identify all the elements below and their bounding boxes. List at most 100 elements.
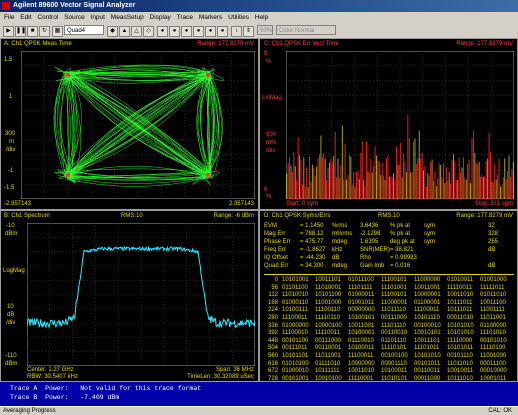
trace-b-span: Span: 36 MHz: [215, 367, 254, 373]
symbol-bits: 10101001: [282, 277, 309, 283]
zoom-select[interactable]: 50%: [257, 25, 273, 35]
play-icon[interactable]: ▶: [3, 26, 14, 37]
dot-icon-3[interactable]: ●: [181, 26, 192, 37]
menu-bar: File Edit Control Source Input MeasSetup…: [0, 12, 518, 23]
stat-cell: 1.6305: [360, 239, 379, 245]
next-peak-icon[interactable]: △: [131, 26, 142, 37]
stat-cell: = -44.230: [300, 255, 326, 261]
error-summary-table: EVM = 1.1450 %rms 3.6436 % pk at sym 32 Mag Err…: [264, 223, 514, 273]
menu-file[interactable]: File: [4, 14, 14, 21]
trace-b-ybottom: -110: [5, 353, 17, 359]
menu-trace[interactable]: Trace: [177, 14, 193, 21]
symbol-bits: 11111011: [480, 284, 505, 291]
trace-a-xlabel-left: -2.357143: [4, 201, 32, 207]
trace-d-pane[interactable]: D: Ch1 QPSK Syms/Errs RMS:10 Range: 177.…: [259, 210, 518, 382]
dot-icon-6[interactable]: ●: [217, 26, 228, 37]
stat-cell: Gain Imb: [360, 263, 385, 269]
symbol-bits: 01000011: [348, 292, 375, 299]
symbol-bits: 00110010: [381, 330, 408, 337]
trace-a-ylabel-unit: m: [9, 139, 14, 145]
dot-icon-4[interactable]: ●: [193, 26, 204, 37]
symbol-bits: 11100010: [282, 330, 308, 337]
trace-c-pane[interactable]: C: Ch1 QPSK Err Vect Time Range: 177.827…: [259, 38, 518, 210]
symbol-index: 392: [267, 330, 278, 337]
trace-d-header: D: Ch1 QPSK Syms/Errs: [264, 213, 331, 219]
symbol-bits: 11101011: [414, 345, 440, 352]
stat-cell: 3.6436: [360, 223, 379, 229]
menu-source[interactable]: Source: [64, 14, 85, 21]
trace-a-header: A: Ch1 QPSK Meas Time: [4, 41, 72, 47]
layout-select[interactable]: Quad4: [64, 25, 104, 35]
stat-cell: = 0.99983: [390, 255, 417, 261]
scale-icon[interactable]: ↕: [231, 26, 242, 37]
symbol-point: [206, 173, 210, 177]
symbol-bits: 11011010: [447, 360, 473, 367]
symbol-bits: 10010101: [414, 330, 441, 337]
menu-edit[interactable]: Edit: [20, 14, 31, 21]
symbol-bits: 10101010: [414, 353, 441, 359]
marker-icon[interactable]: ◆: [107, 26, 118, 37]
symbol-index: 280: [267, 315, 278, 321]
symbol-bits: 00100010: [414, 322, 441, 329]
stat-cell: dB: [488, 263, 496, 269]
symbol-bits: 10111011: [447, 299, 473, 306]
symbol-bits: 10011010: [348, 368, 375, 375]
dot-icon-2[interactable]: ●: [169, 26, 180, 37]
trace-c-ybottom: 0: [264, 187, 268, 193]
trace-b-timelen: TimeLen: 30.32089 uSec: [187, 374, 254, 380]
trace-b-pane[interactable]: B: Ch1 Spectrum RMS:10 Range: -6 dBm -10…: [0, 210, 259, 382]
spectrum-grid: [27, 223, 255, 366]
menu-display[interactable]: Display: [150, 14, 171, 21]
menu-help[interactable]: Help: [255, 14, 268, 21]
symbol-index: 448: [267, 337, 278, 344]
symbol-bits: 00011100: [480, 360, 506, 367]
symbol-bits: 00110011: [414, 368, 440, 375]
dot-icon-5[interactable]: ●: [205, 26, 216, 37]
symbol-bits: 10100011: [348, 345, 375, 352]
trace-c-yscale-unit: m%: [266, 140, 277, 146]
trace-a-pane[interactable]: A: Ch1 QPSK Meas Time Range: 177.8279 mV…: [0, 38, 259, 210]
menu-input[interactable]: Input: [91, 14, 105, 21]
symbol-bits: 10101010: [447, 330, 474, 337]
stat-cell: sym: [424, 239, 435, 245]
peak-icon[interactable]: ▲: [119, 26, 130, 37]
stat-cell: Freq Err: [264, 247, 287, 253]
menu-utilities[interactable]: Utilities: [228, 14, 249, 21]
menu-meassetup[interactable]: MeasSetup: [111, 14, 144, 21]
single-icon[interactable]: ↻: [39, 26, 50, 37]
trace-d-range: Range: 177.8279 mV: [456, 213, 513, 219]
pause-icon[interactable]: ❚❚: [15, 26, 26, 37]
trace-a-ylabel-div: /div: [6, 147, 16, 153]
autoscale-icon[interactable]: ⇕: [243, 26, 254, 37]
trace-a-ylabel-bottom: -1.5: [4, 185, 15, 191]
trace-c-yscale: 500: [266, 132, 277, 138]
color-select[interactable]: Color Normal: [276, 25, 336, 35]
symbol-bits: 11010001: [315, 284, 342, 291]
stat-cell: EVM: [264, 223, 278, 229]
symbol-point: [66, 173, 70, 177]
symbol-bits: 00001110: [381, 360, 407, 367]
trace-b-ytop: -10: [6, 223, 15, 229]
symbol-bits: 11101110: [381, 322, 406, 329]
stat-cell: Mag Err: [264, 231, 286, 237]
menu-markers[interactable]: Markers: [199, 14, 222, 21]
constellation-trace: [53, 64, 225, 187]
symbol-bits: 11110011: [447, 284, 472, 291]
symbol-bits: 00101011: [414, 360, 441, 367]
dot-icon-1[interactable]: ●: [157, 26, 168, 37]
spectrum-plot: [27, 223, 255, 366]
symbol-bits: 11100101: [381, 277, 407, 283]
symbol-bits: 11100011: [348, 353, 374, 359]
marker-to-center-icon[interactable]: ◇: [143, 26, 154, 37]
stat-cell: % pk at: [390, 223, 411, 229]
trace-c-header: C: Ch1 QPSK Err Vect Time: [264, 41, 339, 47]
symbol-bits: 01101110: [381, 337, 407, 344]
layout-icon[interactable]: ▦: [52, 26, 63, 37]
symbol-bits: 01100001: [414, 299, 441, 306]
symbol-bits: 01000110: [282, 299, 309, 306]
trace-c-ybottom-unit: %: [266, 194, 272, 200]
stop-icon[interactable]: ■: [27, 26, 38, 37]
menu-control[interactable]: Control: [37, 14, 58, 21]
stat-cell: 255: [488, 239, 499, 245]
symbol-bits: 01000000: [282, 322, 309, 329]
